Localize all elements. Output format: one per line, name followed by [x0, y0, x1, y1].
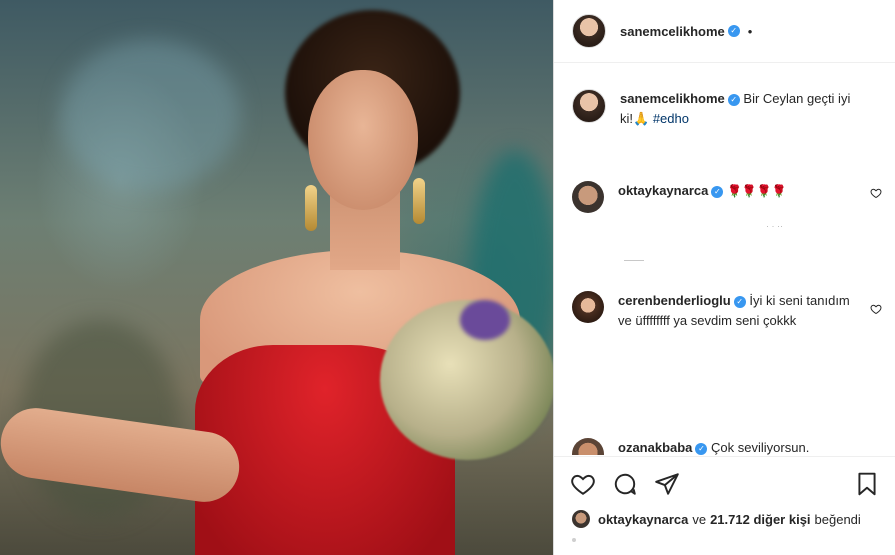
caption-text: sanemcelikhome ✓ Bir Ceylan geçti iyi ki!…: [620, 89, 856, 129]
comment-body: Çok seviliyorsun.: [711, 440, 810, 455]
background-blur: [60, 40, 240, 190]
likes-suffix: beğendi: [814, 511, 861, 527]
avatar[interactable]: [572, 14, 606, 48]
list-item: cerenbenderlioglu ✓ İyi ki seni tanıdım v…: [572, 291, 882, 331]
list-item: ozanakbaba ✓ Çok seviliyorsun.: [572, 438, 882, 455]
header-username[interactable]: sanemcelikhome: [620, 24, 725, 39]
comment-text: ozanakbaba ✓ Çok seviliyorsun.: [618, 438, 854, 455]
figure-face: [308, 70, 418, 210]
comment-body: 🌹🌹🌹🌹: [726, 184, 787, 198]
verified-icon: ✓: [727, 93, 740, 106]
verified-icon: ✓: [727, 25, 740, 37]
post-photo[interactable]: [0, 0, 553, 555]
faint-dots: · · ··: [766, 221, 783, 231]
caption-hashtag[interactable]: #edho: [653, 111, 689, 126]
likes-count[interactable]: 21.712 diğer kişi: [710, 512, 810, 527]
caption-username[interactable]: sanemcelikhome: [620, 91, 725, 106]
share-icon[interactable]: [654, 471, 680, 497]
comment-text: oktaykaynarca ✓ 🌹🌹🌹🌹: [618, 181, 854, 201]
earring: [413, 178, 425, 224]
post-panel: sanemcelikhome ✓ • sanemcelikhome ✓ Bir C…: [553, 0, 895, 555]
comments-list: sanemcelikhome ✓ Bir Ceylan geçti iyi ki!…: [554, 63, 895, 455]
list-item: oktaykaynarca ✓ 🌹🌹🌹🌹: [572, 181, 882, 213]
bookmark-icon[interactable]: [854, 471, 880, 497]
comment-icon[interactable]: [612, 471, 638, 497]
avatar[interactable]: [572, 438, 604, 455]
avatar[interactable]: [572, 291, 604, 323]
comment-username[interactable]: cerenbenderlioglu: [618, 293, 731, 308]
bouquet-flower: [460, 300, 510, 340]
avatar[interactable]: [572, 181, 604, 213]
faint-line: [624, 260, 644, 261]
comment-username[interactable]: ozanakbaba: [618, 440, 692, 455]
verified-icon: ✓: [733, 295, 746, 308]
comment-username[interactable]: oktaykaynarca: [618, 183, 708, 198]
verified-icon: ✓: [695, 442, 708, 455]
likes-summary: oktaykaynarca ve 21.712 diğer kişi beğen…: [572, 510, 865, 528]
likes-username[interactable]: oktaykaynarca: [598, 512, 688, 527]
caption: sanemcelikhome ✓ Bir Ceylan geçti iyi ki!…: [572, 89, 882, 129]
avatar[interactable]: [572, 89, 606, 123]
verified-icon: ✓: [711, 185, 724, 198]
header-dot: •: [747, 23, 753, 39]
comment-text: cerenbenderlioglu ✓ İyi ki seni tanıdım v…: [618, 291, 854, 331]
timestamp-dot: [572, 538, 576, 542]
post-header: sanemcelikhome ✓ •: [554, 0, 895, 63]
avatar[interactable]: [572, 510, 590, 528]
likes-connector: ve: [692, 511, 707, 527]
like-comment-heart-icon[interactable]: [870, 187, 882, 199]
earring: [305, 185, 317, 231]
heart-icon[interactable]: [570, 471, 596, 497]
like-comment-heart-icon[interactable]: [870, 303, 882, 315]
action-bar: [554, 456, 895, 515]
